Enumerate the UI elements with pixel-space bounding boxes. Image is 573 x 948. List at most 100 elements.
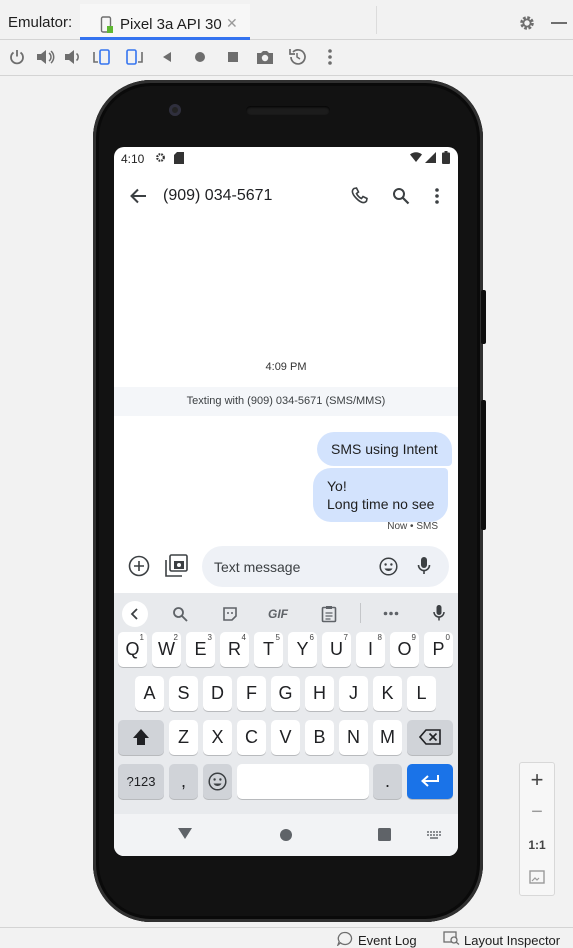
key-z[interactable]: Z	[169, 720, 198, 755]
back-icon[interactable]	[160, 50, 174, 64]
key-g[interactable]: G	[271, 676, 300, 711]
key-i[interactable]: I8	[356, 632, 385, 667]
keyboard-switch-icon[interactable]	[427, 831, 441, 839]
clipboard-icon[interactable]	[321, 605, 337, 623]
key-hint: 4	[241, 633, 246, 642]
key-label: X	[211, 727, 224, 747]
minimize-icon[interactable]	[551, 22, 567, 24]
key-label: O	[397, 639, 412, 659]
key-v[interactable]: V	[271, 720, 300, 755]
key-t[interactable]: T5	[254, 632, 283, 667]
shift-key[interactable]	[118, 720, 164, 755]
key-label: N	[347, 727, 360, 747]
gif-button[interactable]: GIF	[268, 607, 288, 621]
divider	[376, 6, 377, 34]
key-hint: 1	[139, 633, 144, 642]
volume-up-icon[interactable]	[35, 48, 55, 66]
event-log-label[interactable]: Event Log	[358, 933, 417, 948]
key-y[interactable]: Y6	[288, 632, 317, 667]
home-icon[interactable]	[193, 50, 207, 64]
rotate-right-icon[interactable]	[124, 48, 144, 66]
gear-icon[interactable]	[518, 14, 536, 32]
sticker-icon[interactable]	[222, 606, 238, 622]
key-c[interactable]: C	[237, 720, 266, 755]
message-status: Now • SMS	[387, 521, 438, 532]
key-d[interactable]: D	[203, 676, 232, 711]
back-chevron-icon[interactable]	[122, 601, 148, 627]
overflow-menu-icon[interactable]	[434, 187, 440, 205]
key-n[interactable]: N	[339, 720, 368, 755]
enter-key[interactable]	[407, 764, 453, 799]
event-log-icon[interactable]	[337, 931, 353, 946]
more-icon[interactable]	[383, 611, 399, 616]
power-button[interactable]	[481, 290, 486, 344]
back-nav-icon[interactable]	[178, 828, 192, 839]
comma-key[interactable]: ,	[169, 764, 198, 799]
search-icon[interactable]	[172, 606, 188, 622]
texting-with-banner: Texting with (909) 034-5671 (SMS/MMS)	[114, 387, 458, 416]
overview-icon[interactable]	[226, 50, 240, 64]
phone-call-icon[interactable]	[350, 187, 368, 205]
key-label: J	[349, 683, 358, 703]
key-f[interactable]: F	[237, 676, 266, 711]
close-icon[interactable]: ✕	[226, 16, 238, 30]
key-hint: 9	[411, 633, 416, 642]
mic-icon[interactable]	[433, 604, 445, 622]
key-label: I	[367, 639, 373, 659]
layout-inspector-label[interactable]: Layout Inspector	[464, 933, 560, 948]
key-o[interactable]: O9	[390, 632, 419, 667]
key-w[interactable]: W2	[152, 632, 181, 667]
key-m[interactable]: M	[373, 720, 402, 755]
emoji-icon[interactable]	[379, 557, 398, 576]
layout-inspector-icon[interactable]	[443, 931, 460, 945]
symbols-key[interactable]: ?123	[118, 764, 164, 799]
search-icon[interactable]	[392, 187, 410, 205]
key-j[interactable]: J	[339, 676, 368, 711]
key-label: Q	[125, 639, 140, 659]
more-icon[interactable]	[326, 48, 334, 66]
snapshot-icon[interactable]	[287, 48, 307, 66]
power-icon[interactable]	[8, 48, 26, 66]
period-key[interactable]: .	[373, 764, 402, 799]
key-a[interactable]: A	[135, 676, 164, 711]
zoom-out-button[interactable]: −	[520, 801, 554, 824]
key-u[interactable]: U7	[322, 632, 351, 667]
backspace-key[interactable]	[407, 720, 453, 755]
emoji-key[interactable]	[203, 764, 232, 799]
zoom-in-button[interactable]: +	[520, 767, 554, 793]
home-nav-icon[interactable]	[279, 828, 293, 842]
message-text-line: Long time no see	[327, 496, 435, 512]
volume-down-icon[interactable]	[63, 48, 81, 66]
key-q[interactable]: Q1	[118, 632, 147, 667]
key-b[interactable]: B	[305, 720, 334, 755]
volume-buttons[interactable]	[481, 400, 486, 530]
key-k[interactable]: K	[373, 676, 402, 711]
key-s[interactable]: S	[169, 676, 198, 711]
key-l[interactable]: L	[407, 676, 436, 711]
key-label: T	[263, 639, 274, 659]
message-input[interactable]: Text message	[202, 546, 449, 587]
voice-input-icon[interactable]	[417, 556, 431, 576]
key-x[interactable]: X	[203, 720, 232, 755]
zoom-actual-size-button[interactable]: 1:1	[520, 838, 554, 852]
key-p[interactable]: P0	[424, 632, 453, 667]
camera-icon[interactable]	[255, 48, 275, 66]
key-r[interactable]: R4	[220, 632, 249, 667]
fit-screen-icon[interactable]	[529, 870, 545, 884]
key-e[interactable]: E3	[186, 632, 215, 667]
key-hint: 7	[343, 633, 348, 642]
phone-device-icon	[100, 16, 113, 33]
recents-nav-icon[interactable]	[378, 828, 391, 841]
space-key[interactable]	[237, 764, 369, 799]
key-h[interactable]: H	[305, 676, 334, 711]
back-arrow-icon[interactable]	[130, 188, 147, 204]
message-bubble[interactable]: SMS using Intent	[317, 432, 452, 466]
add-attachment-icon[interactable]	[128, 555, 150, 577]
key-label: C	[245, 727, 258, 747]
cell-signal-icon	[425, 152, 436, 163]
rotate-left-icon[interactable]	[92, 48, 112, 66]
message-bubble[interactable]: Yo! Long time no see	[313, 468, 449, 522]
device-tab[interactable]: Pixel 3a API 30 ✕	[80, 4, 250, 40]
gallery-icon[interactable]	[165, 554, 188, 578]
key-label: P	[432, 639, 445, 659]
